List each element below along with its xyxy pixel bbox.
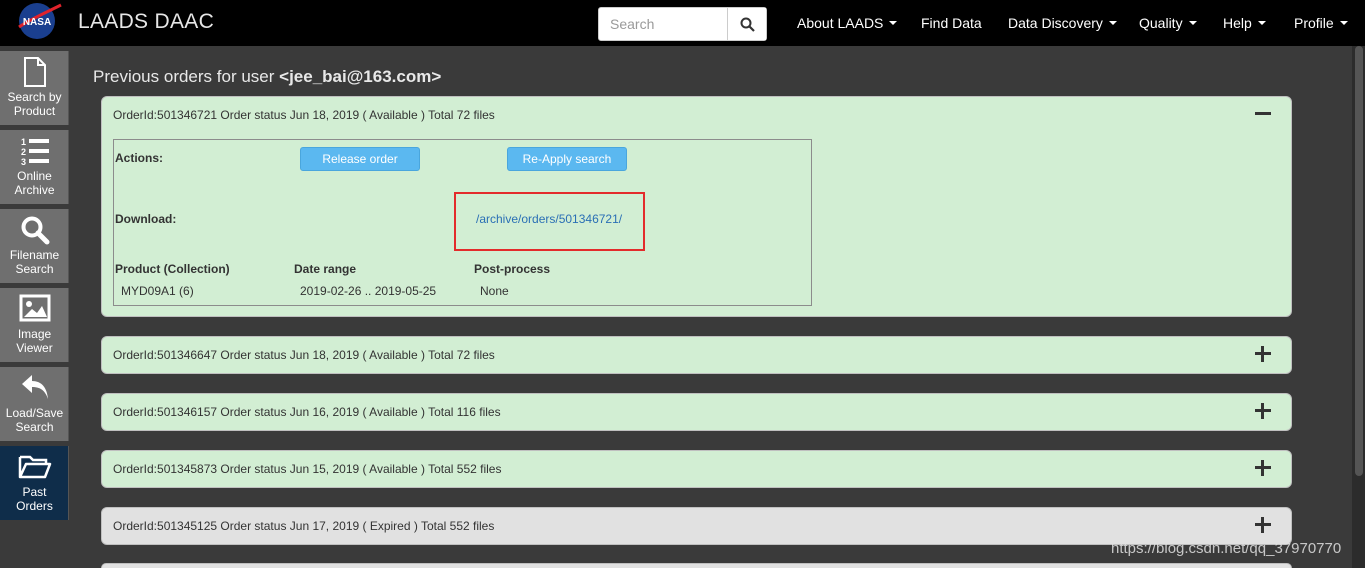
sidebar-item-label: Online Archive xyxy=(14,169,55,197)
top-navbar: NASA LAADS DAAC About LAADS Find Data Da… xyxy=(0,0,1365,46)
order-panel-partial[interactable] xyxy=(101,563,1292,568)
search-icon xyxy=(740,17,755,32)
nav-label: Help xyxy=(1223,15,1252,31)
search-input[interactable] xyxy=(599,8,728,40)
caret-down-icon xyxy=(889,21,898,25)
reply-arrow-icon xyxy=(0,373,69,401)
nav-quality[interactable]: Quality xyxy=(1139,0,1197,46)
search-icon xyxy=(0,215,69,245)
cell-date-range: 2019-02-26 .. 2019-05-25 xyxy=(300,284,437,298)
sidebar-item-online-archive[interactable]: 1 2 3 Online Archive xyxy=(0,130,69,204)
sidebar-item-label: Image Viewer xyxy=(16,327,53,355)
sidebar-item-label: Filename Search xyxy=(9,248,60,276)
sidebar-item-search-by-product[interactable]: Search by Product xyxy=(0,51,69,125)
numbered-list-icon: 1 2 3 xyxy=(0,136,69,166)
scrollbar-thumb[interactable] xyxy=(1355,46,1363,476)
caret-down-icon xyxy=(1257,21,1266,25)
sidebar-item-label: Load/Save Search xyxy=(5,406,64,434)
nav-find-data[interactable]: Find Data xyxy=(921,0,982,46)
download-link[interactable]: /archive/orders/501346721/ xyxy=(476,212,622,226)
order-header[interactable]: OrderId:501345873 Order status Jun 15, 2… xyxy=(113,451,501,487)
order-header[interactable]: OrderId:501345125 Order status Jun 17, 2… xyxy=(113,508,494,544)
nav-label: Profile xyxy=(1294,15,1334,31)
download-label: Download: xyxy=(115,212,177,226)
caret-down-icon xyxy=(1188,21,1197,25)
sidebar-item-filename-search[interactable]: Filename Search xyxy=(0,209,69,283)
nav-help[interactable]: Help xyxy=(1223,0,1266,46)
svg-text:1: 1 xyxy=(21,137,26,147)
image-icon xyxy=(0,294,69,322)
folder-open-icon xyxy=(0,452,69,480)
page-title: Previous orders for user <jee_bai@163.co… xyxy=(93,67,441,87)
nav-label: About LAADS xyxy=(797,15,884,31)
caret-down-icon xyxy=(1339,21,1348,25)
actions-label: Actions: xyxy=(115,151,163,165)
column-header-product: Product (Collection) xyxy=(115,262,230,276)
svg-text:3: 3 xyxy=(21,157,26,166)
expand-icon[interactable] xyxy=(1255,460,1271,476)
svg-text:2: 2 xyxy=(21,147,26,157)
nasa-logo-text: NASA xyxy=(23,17,51,28)
search-button[interactable] xyxy=(727,8,766,40)
expand-icon[interactable] xyxy=(1255,346,1271,362)
column-header-post-process: Post-process xyxy=(474,262,551,276)
collapse-icon[interactable] xyxy=(1255,106,1271,122)
watermark: https://blog.csdn.net/qq_37970770 xyxy=(1111,540,1342,557)
document-icon xyxy=(0,57,69,87)
sidebar: Search by Product 1 2 3 Online Archive Fil… xyxy=(0,46,71,568)
cell-post-process: None xyxy=(480,284,509,298)
vertical-scrollbar[interactable] xyxy=(1352,46,1365,568)
caret-down-icon xyxy=(1108,21,1117,25)
order-panel-501346157[interactable]: OrderId:501346157 Order status Jun 16, 2… xyxy=(101,393,1292,431)
order-panel-501345873[interactable]: OrderId:501345873 Order status Jun 15, 2… xyxy=(101,450,1292,488)
sidebar-item-past-orders[interactable]: Past Orders xyxy=(0,446,69,520)
expand-icon[interactable] xyxy=(1255,403,1271,419)
order-panel-501346721: OrderId:501346721 Order status Jun 18, 2… xyxy=(101,96,1292,317)
nav-label: Data Discovery xyxy=(1008,15,1103,31)
nav-about-laads[interactable]: About LAADS xyxy=(797,0,898,46)
user-email: <jee_bai@163.com> xyxy=(279,67,442,86)
nav-data-discovery[interactable]: Data Discovery xyxy=(1008,0,1117,46)
cell-product: MYD09A1 (6) xyxy=(121,284,194,298)
nasa-logo[interactable]: NASA xyxy=(17,1,63,41)
sidebar-item-label: Search by Product xyxy=(7,90,62,118)
order-panel-501346647[interactable]: OrderId:501346647 Order status Jun 18, 2… xyxy=(101,336,1292,374)
reapply-search-button[interactable]: Re-Apply search xyxy=(507,147,627,171)
order-header[interactable]: OrderId:501346721 Order status Jun 18, 2… xyxy=(113,97,495,133)
nav-label: Quality xyxy=(1139,15,1183,31)
release-order-button[interactable]: Release order xyxy=(300,147,420,171)
order-details: Actions: Release order Re-Apply search D… xyxy=(113,139,812,306)
nav-label: Find Data xyxy=(921,15,982,31)
column-header-date-range: Date range xyxy=(294,262,357,276)
sidebar-item-load-save-search[interactable]: Load/Save Search xyxy=(0,367,69,441)
order-header[interactable]: OrderId:501346647 Order status Jun 18, 2… xyxy=(113,337,495,373)
page-title-prefix: Previous orders for user xyxy=(93,67,280,86)
expand-icon[interactable] xyxy=(1255,517,1271,533)
sidebar-item-image-viewer[interactable]: Image Viewer xyxy=(0,288,69,362)
order-header[interactable]: OrderId:501346157 Order status Jun 16, 2… xyxy=(113,394,501,430)
sidebar-item-label: Past Orders xyxy=(16,485,53,513)
nav-profile[interactable]: Profile xyxy=(1294,0,1348,46)
search-form xyxy=(598,7,767,41)
site-brand[interactable]: LAADS DAAC xyxy=(78,10,214,34)
